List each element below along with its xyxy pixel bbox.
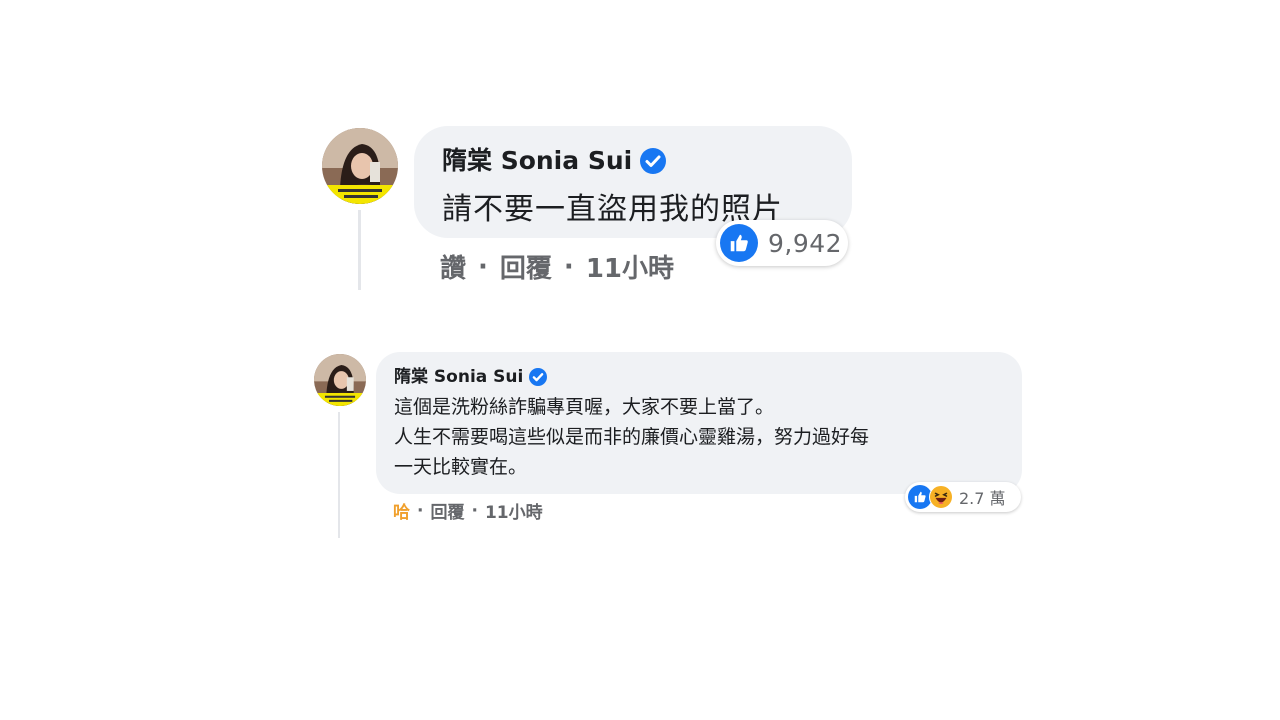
- author-avatar[interactable]: [322, 128, 398, 204]
- verified-check-icon: [640, 148, 667, 174]
- comment-actions: 哈 · 回覆 · 11小時: [393, 498, 543, 524]
- haha-icon: [929, 485, 953, 509]
- reply-thread-line: [358, 210, 361, 290]
- separator-dot: ·: [563, 251, 574, 282]
- separator-dot: ·: [478, 251, 488, 282]
- comment-bubble: 隋棠 Sonia Sui 這個是洗粉絲詐騙專頁喔，大家不要上當了。 人生不需要喝…: [376, 352, 1022, 494]
- verified-check-icon: [529, 368, 548, 386]
- comment-author[interactable]: 隋棠 Sonia Sui: [442, 144, 852, 178]
- author-name[interactable]: 隋棠 Sonia Sui: [442, 144, 632, 178]
- comment-author[interactable]: 隋棠 Sonia Sui: [394, 364, 1004, 390]
- reaction-count: 9,942: [768, 228, 843, 258]
- like-action-link[interactable]: 讚: [440, 248, 466, 285]
- comment-text-line: 一天比較實在。: [394, 456, 528, 478]
- comment-text-line: 人生不需要喝這些似是而非的廉價心靈雞湯，努力過好每: [394, 426, 870, 448]
- reply-link[interactable]: 回覆: [430, 498, 464, 523]
- separator-dot: ·: [471, 500, 478, 521]
- like-icon: [720, 224, 758, 262]
- comment-text: 這個是洗粉絲詐騙專頁喔，大家不要上當了。 人生不需要喝這些似是而非的廉價心靈雞湯…: [394, 392, 1006, 482]
- timestamp-link[interactable]: 11小時: [586, 248, 674, 285]
- comment-actions: 讚 · 回覆 · 11小時: [440, 248, 674, 285]
- reaction-summary[interactable]: 9,942: [716, 220, 848, 266]
- author-name[interactable]: 隋棠 Sonia Sui: [394, 364, 523, 390]
- separator-dot: ·: [417, 500, 424, 521]
- comment-text-line: 這個是洗粉絲詐騙專頁喔，大家不要上當了。: [394, 396, 775, 418]
- reply-thread-line: [338, 412, 340, 538]
- reaction-count: 2.7 萬: [959, 489, 1006, 508]
- author-avatar[interactable]: [314, 354, 366, 406]
- reaction-summary[interactable]: 2.7 萬: [905, 482, 1021, 512]
- haha-action-link[interactable]: 哈: [393, 498, 410, 523]
- timestamp-link[interactable]: 11小時: [485, 498, 543, 523]
- reply-link[interactable]: 回覆: [500, 248, 552, 285]
- comment-thread-page: 隋棠 Sonia Sui 請不要一直盜用我的照片 9,942 讚 · 回覆 · …: [0, 0, 1280, 720]
